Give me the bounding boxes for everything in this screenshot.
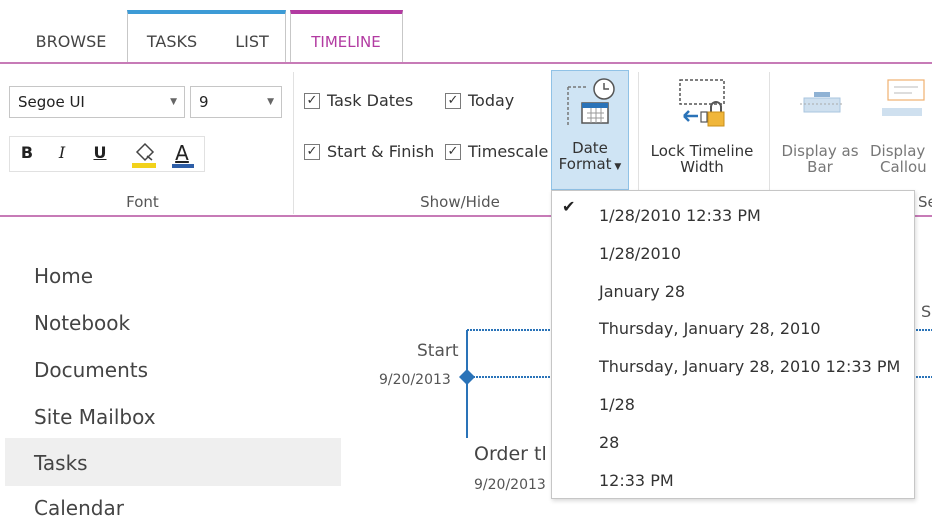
tab-browse[interactable]: BROWSE <box>22 22 120 62</box>
date-format-option[interactable]: 28 <box>599 433 619 452</box>
timeline-bar-icon <box>800 92 844 113</box>
date-format-menu: ✔ 1/28/2010 12:33 PM 1/28/2010 January 2… <box>551 190 915 499</box>
timeline-start-label: Start <box>417 341 459 361</box>
date-format-label-line1: Date <box>572 139 608 157</box>
tab-tasks[interactable]: TASKS <box>132 22 212 62</box>
checkmark-icon: ✓ <box>445 143 461 160</box>
bold-button[interactable]: B <box>15 138 39 170</box>
ribbon-accent-line <box>0 62 932 64</box>
callout-icon <box>882 79 925 116</box>
font-color-letter: A <box>175 141 189 165</box>
font-size-select[interactable]: 9 ▼ <box>190 86 282 118</box>
date-format-option[interactable]: 12:33 PM <box>599 471 674 490</box>
display-as-bar-button[interactable]: Display as Bar <box>776 74 864 184</box>
font-size-value: 9 <box>199 93 209 111</box>
font-name-value: Segoe UI <box>18 93 85 111</box>
start-diamond-icon <box>459 369 475 385</box>
date-format-label-line2: Format ▼ <box>558 155 622 173</box>
nav-item-documents[interactable]: Documents <box>34 358 148 382</box>
font-group-label: Font <box>126 193 159 211</box>
nav-item-calendar[interactable]: Calendar <box>34 496 124 518</box>
nav-item-notebook[interactable]: Notebook <box>34 311 130 335</box>
lock-label-line2: Width <box>680 158 724 176</box>
today-checkbox[interactable]: ✓ Today <box>445 91 514 110</box>
checkmark-icon: ✓ <box>304 92 320 109</box>
display-bar-label-line1: Display as <box>781 142 859 160</box>
show-hide-group-label: Show/Hide <box>420 193 500 211</box>
display-callout-label-line1: Display <box>870 142 926 160</box>
checkmark-icon: ✓ <box>445 92 461 109</box>
italic-button[interactable]: I <box>50 138 74 170</box>
checkmark-icon: ✓ <box>304 143 320 160</box>
date-format-button[interactable]: Date Format ▼ <box>551 70 629 190</box>
timeline-finish-partial: S <box>921 302 932 321</box>
nav-item-site-mailbox[interactable]: Site Mailbox <box>34 405 156 429</box>
date-format-option[interactable]: Thursday, January 28, 2010 12:33 PM <box>599 357 900 376</box>
nav-item-home[interactable]: Home <box>34 264 93 288</box>
group-divider <box>293 72 294 214</box>
tab-timeline[interactable]: TIMELINE <box>292 22 400 62</box>
timeline-task-title[interactable]: Order tl <box>474 443 552 465</box>
chevron-down-icon: ▼ <box>267 97 274 107</box>
tab-list[interactable]: LIST <box>222 22 282 62</box>
nav-item-tasks[interactable]: Tasks <box>34 451 88 475</box>
lock-label-line1: Lock Timeline <box>650 142 754 160</box>
display-as-callout-button[interactable]: Display Callou <box>866 74 932 184</box>
selection-group-label: Se <box>918 193 932 211</box>
checkmark-icon: ✔ <box>562 197 576 216</box>
timeline-task-date: 9/20/2013 <box>474 477 546 493</box>
task-dates-label: Task Dates <box>327 91 414 110</box>
date-format-option[interactable]: January 28 <box>599 282 685 301</box>
font-color-button[interactable]: A <box>166 138 198 170</box>
timeline-start-date: 9/20/2013 <box>379 372 451 388</box>
display-bar-label-line2: Bar <box>807 158 833 176</box>
highlight-color-button[interactable] <box>126 138 162 170</box>
date-format-option[interactable]: Thursday, January 28, 2010 <box>599 319 821 338</box>
timescale-checkbox[interactable]: ✓ Timescale <box>445 142 548 161</box>
task-dates-checkbox[interactable]: ✓ Task Dates <box>304 91 413 110</box>
date-format-option[interactable]: 1/28/2010 <box>599 244 681 263</box>
timescale-label: Timescale <box>468 142 549 161</box>
ribbon-tab-bar: BROWSE TASKS LIST TIMELINE <box>0 0 932 64</box>
display-callout-label-line2: Callou <box>880 158 927 176</box>
date-format-option[interactable]: 1/28 <box>599 395 635 414</box>
underline-button[interactable]: U <box>88 138 112 170</box>
font-name-select[interactable]: Segoe UI ▼ <box>9 86 185 118</box>
lock-icon <box>679 79 725 127</box>
calendar-clock-icon <box>567 78 615 125</box>
lock-timeline-width-button[interactable]: Lock Timeline Width <box>643 74 761 184</box>
chevron-down-icon: ▼ <box>611 162 622 172</box>
font-color-bar <box>172 164 194 168</box>
today-label: Today <box>468 91 515 110</box>
chevron-down-icon: ▼ <box>170 97 177 107</box>
start-finish-label: Start & Finish <box>327 142 435 161</box>
date-format-option[interactable]: 1/28/2010 12:33 PM <box>599 206 761 225</box>
highlighter-icon <box>132 142 156 168</box>
start-finish-checkbox[interactable]: ✓ Start & Finish <box>304 142 434 161</box>
